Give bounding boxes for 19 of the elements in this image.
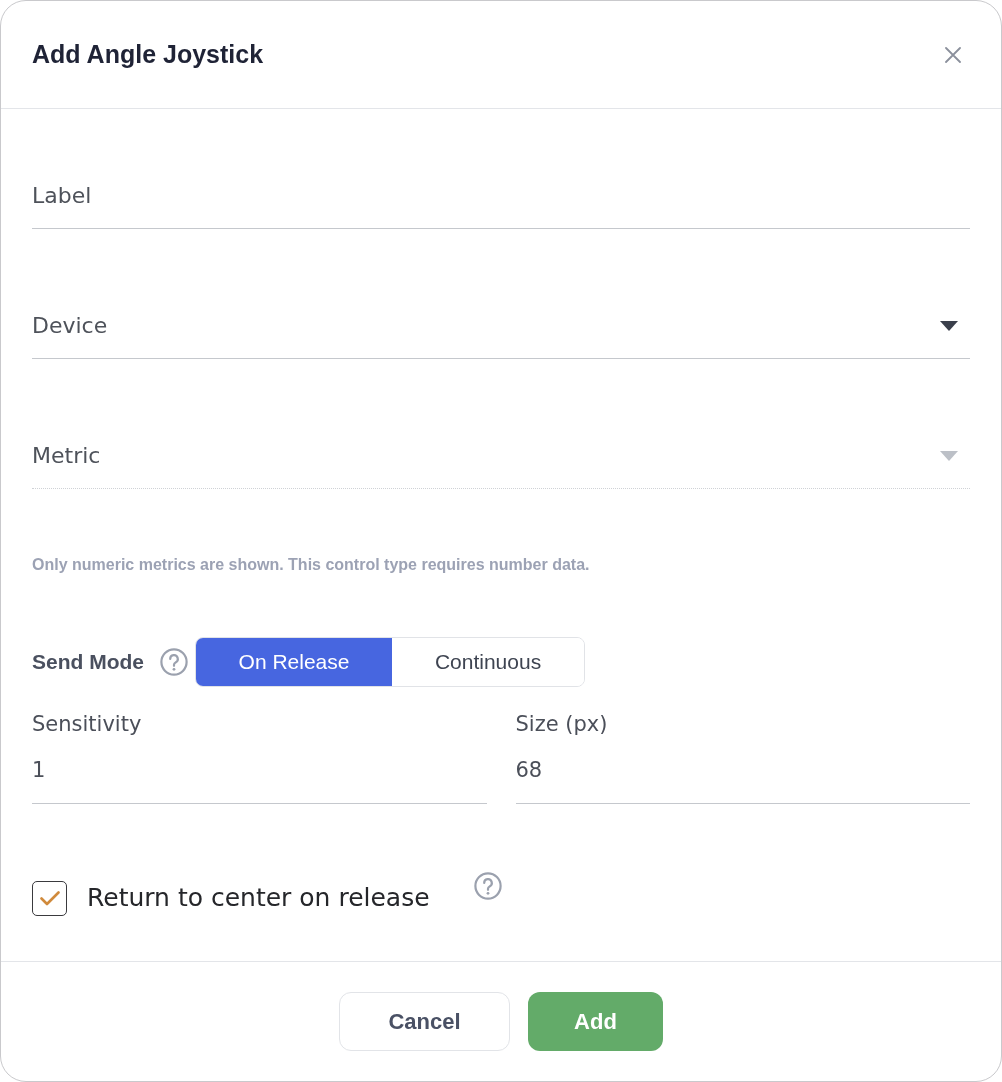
cancel-button[interactable]: Cancel xyxy=(339,992,510,1051)
field-label: Size (px) xyxy=(515,711,608,738)
help-icon[interactable] xyxy=(473,872,502,900)
checkbox-label[interactable]: Return to center on release xyxy=(87,882,430,914)
select-field[interactable]: Device xyxy=(32,295,970,359)
hint-text: Only numeric metrics are shown. This control type requires number data. xyxy=(32,555,591,575)
number-field[interactable]: 68 xyxy=(515,747,970,804)
dialog-title: Add Angle Joystick xyxy=(32,40,264,69)
segment-button[interactable]: On Release xyxy=(196,638,392,686)
text-field[interactable]: Label xyxy=(32,165,970,229)
close-icon[interactable] xyxy=(945,46,961,63)
caret-icon xyxy=(940,320,958,331)
checkbox[interactable] xyxy=(32,881,67,916)
send-mode-label: Send Mode xyxy=(32,650,144,674)
number-field[interactable]: 1 xyxy=(32,747,487,804)
field-label: Sensitivity xyxy=(32,711,142,738)
caret-icon xyxy=(940,450,958,461)
help-icon[interactable] xyxy=(160,648,188,676)
check-icon xyxy=(39,891,60,906)
